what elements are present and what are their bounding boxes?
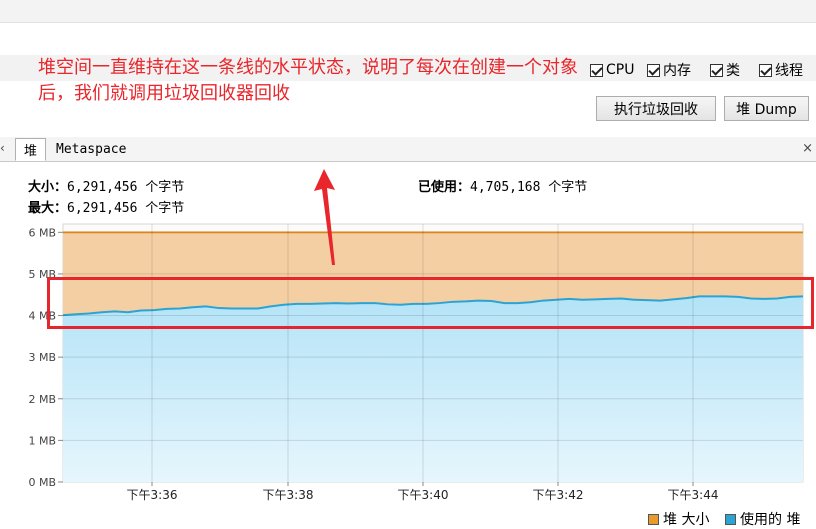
window-top-strip bbox=[0, 0, 816, 23]
size-unit: 个字节 bbox=[145, 180, 185, 195]
y-tick-label: 2 MB bbox=[28, 393, 56, 406]
used-value: 4,705,168 bbox=[470, 180, 541, 195]
legend-heap-size: 堆 大小 bbox=[648, 509, 709, 529]
y-tick-label: 0 MB bbox=[28, 476, 56, 489]
perform-gc-button[interactable]: 执行垃圾回收 bbox=[596, 96, 716, 121]
highlight-box bbox=[47, 277, 814, 329]
x-tick-label: 下午3:36 bbox=[127, 488, 178, 502]
heap-size-row: 大小：6,291,456 个字节 bbox=[28, 176, 184, 195]
legend-label: 堆 大小 bbox=[663, 512, 710, 528]
max-value: 6,291,456 bbox=[67, 201, 138, 216]
y-tick-label: 6 MB bbox=[28, 226, 56, 239]
used-unit: 个字节 bbox=[548, 180, 588, 195]
checkbox-label: CPU bbox=[606, 62, 635, 78]
checkbox-checked-icon[interactable] bbox=[647, 63, 660, 77]
x-tick-label: 下午3:44 bbox=[668, 488, 719, 502]
x-tick-label: 下午3:40 bbox=[398, 488, 449, 502]
checkbox-threads[interactable]: 线程 bbox=[759, 60, 803, 80]
checkbox-label: 类 bbox=[726, 63, 740, 79]
tab-heap[interactable]: 堆 bbox=[15, 138, 47, 161]
tab-metaspace[interactable]: Metaspace bbox=[48, 138, 134, 161]
heap-max-row: 最大：6,291,456 个字节 bbox=[28, 197, 184, 216]
size-label: 大小： bbox=[28, 180, 68, 195]
max-label: 最大： bbox=[28, 201, 68, 216]
legend-used-heap: 使用的 堆 bbox=[725, 509, 800, 529]
y-tick-label: 3 MB bbox=[28, 351, 56, 364]
x-tick-label: 下午3:42 bbox=[533, 488, 584, 502]
y-tick-label: 1 MB bbox=[28, 434, 56, 447]
checkbox-label: 内存 bbox=[663, 63, 691, 79]
annotation-text: 堆空间一直维持在这一条线的水平状态，说明了每次在创建一个对象后，我们就调用垃圾回… bbox=[38, 57, 578, 104]
checkbox-checked-icon[interactable] bbox=[710, 63, 723, 77]
checkbox-checked-icon[interactable] bbox=[590, 63, 603, 77]
checkbox-cpu[interactable]: CPU bbox=[590, 60, 634, 80]
close-icon[interactable]: × bbox=[802, 141, 813, 156]
legend-swatch bbox=[648, 513, 659, 525]
annotation-arrow-icon bbox=[314, 169, 335, 265]
legend-swatch bbox=[725, 513, 736, 525]
heap-used-row: 已使用：4,705,168 个字节 bbox=[418, 176, 587, 195]
checkbox-label: 线程 bbox=[775, 63, 803, 79]
heap-chart: 0 MB1 MB2 MB3 MB4 MB5 MB6 MB下午3:36 下午3:38… bbox=[28, 223, 804, 502]
checkbox-checked-icon[interactable] bbox=[759, 63, 772, 77]
size-value: 6,291,456 bbox=[67, 180, 138, 195]
chevron-left-icon[interactable]: ‹ bbox=[0, 141, 5, 155]
used-label: 已使用： bbox=[418, 180, 471, 195]
checkbox-memory[interactable]: 内存 bbox=[647, 60, 691, 80]
checkbox-classes[interactable]: 类 bbox=[710, 60, 740, 80]
max-unit: 个字节 bbox=[145, 201, 185, 216]
legend-label: 使用的 堆 bbox=[740, 512, 801, 528]
heap-dump-button[interactable]: 堆 Dump bbox=[724, 96, 809, 121]
x-tick-label: 下午3:38 bbox=[263, 488, 314, 502]
